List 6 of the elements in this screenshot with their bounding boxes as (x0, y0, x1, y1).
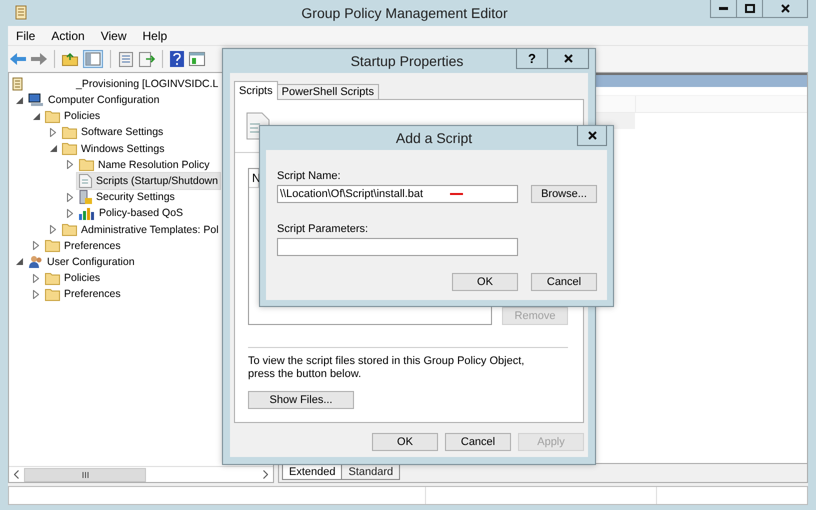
dialog-title: Add a Script (394, 130, 474, 146)
field-label: Script Name: (277, 170, 341, 182)
window-title: Group Policy Management Editor (300, 5, 509, 21)
info-text: To view the script files stored in this Group Policy Object, press the button below. (248, 355, 526, 381)
field-label: Script Parameters: (277, 223, 368, 235)
dialog-title: Startup Properties (350, 53, 464, 69)
